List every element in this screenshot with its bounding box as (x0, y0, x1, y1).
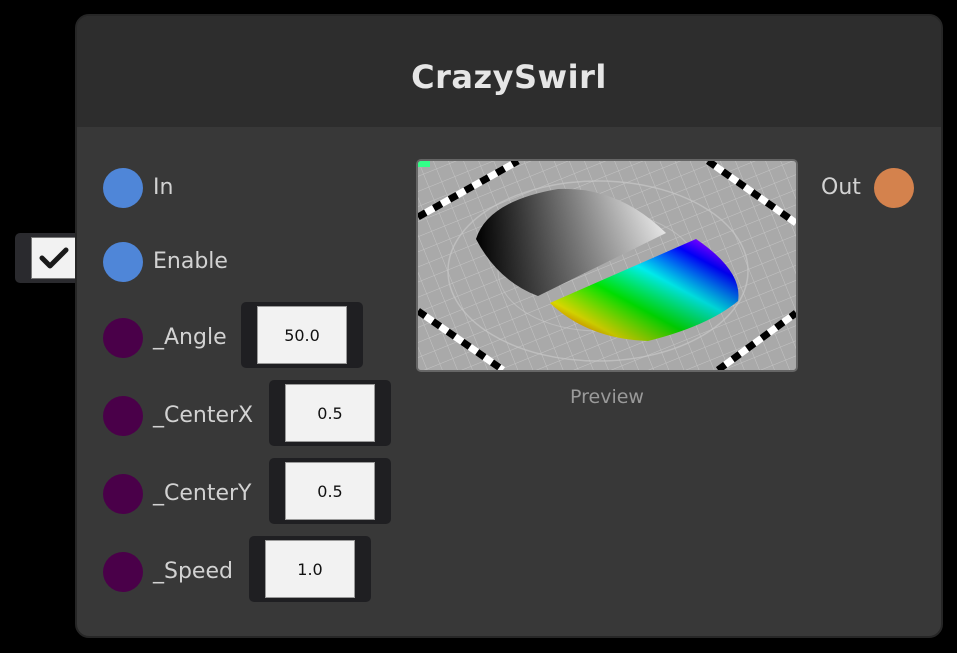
in-port-label: In (153, 175, 174, 200)
centerx-field-container: 0.5 (269, 380, 391, 446)
out-port[interactable] (874, 168, 914, 208)
angle-field-container: 50.0 (241, 302, 363, 368)
centerx-port[interactable] (103, 396, 143, 436)
enable-port[interactable] (103, 242, 143, 282)
preview-image (416, 159, 798, 372)
speed-field-container: 1.0 (249, 536, 371, 602)
out-port-label: Out (821, 175, 861, 200)
centery-port-label: _CenterY (153, 481, 252, 506)
centery-field-container: 0.5 (269, 458, 391, 524)
angle-port[interactable] (103, 318, 143, 358)
preview-swirl-graphic (418, 161, 796, 370)
speed-port-label: _Speed (153, 559, 233, 584)
enable-port-label: Enable (153, 249, 228, 274)
speed-field[interactable]: 1.0 (265, 540, 355, 598)
centery-port[interactable] (103, 474, 143, 514)
centery-field[interactable]: 0.5 (285, 462, 375, 520)
angle-field[interactable]: 50.0 (257, 306, 347, 364)
node-title: CrazySwirl (411, 57, 607, 96)
centerx-field[interactable]: 0.5 (285, 384, 375, 442)
centerx-port-label: _CenterX (153, 403, 254, 428)
angle-port-label: _Angle (153, 325, 227, 350)
node-header[interactable]: CrazySwirl (77, 16, 941, 127)
enable-checkbox[interactable] (31, 237, 77, 279)
preview-label: Preview (570, 386, 644, 408)
speed-port[interactable] (103, 552, 143, 592)
in-port[interactable] (103, 168, 143, 208)
checkmark-icon (39, 247, 69, 269)
